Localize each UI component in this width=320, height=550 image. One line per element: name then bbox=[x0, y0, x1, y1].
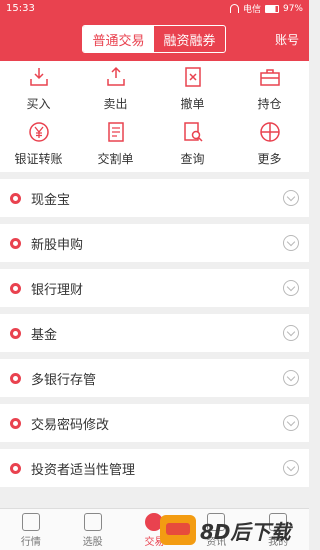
chevron-down-icon bbox=[283, 460, 299, 476]
list-item-ipo[interactable]: 新股申购 bbox=[0, 224, 309, 262]
grid-label: 卖出 bbox=[103, 97, 128, 111]
bullet-icon bbox=[10, 192, 21, 204]
more-grid-icon bbox=[259, 122, 280, 142]
grid-bank-transfer[interactable]: 银证转账 bbox=[0, 116, 77, 171]
grid-label: 更多 bbox=[257, 152, 282, 166]
briefcase-icon bbox=[259, 69, 280, 86]
list-item-label: 基金 bbox=[31, 327, 58, 343]
battery-label: 97% bbox=[282, 3, 303, 14]
bullet-icon bbox=[10, 417, 21, 429]
list-item-label: 银行理财 bbox=[31, 282, 84, 298]
yuan-transfer-icon bbox=[28, 122, 49, 142]
tab-market[interactable]: 行情 bbox=[0, 509, 62, 550]
grid-cancel[interactable]: 撤单 bbox=[154, 61, 231, 116]
grid-label: 持仓 bbox=[257, 97, 282, 111]
status-bar: 15:33 电信 97% bbox=[0, 0, 309, 17]
grid-delivery[interactable]: 交割单 bbox=[77, 116, 154, 171]
app-header: 普通交易 融资融券 账号 bbox=[0, 17, 309, 61]
download-box-icon bbox=[29, 68, 48, 86]
list-item-change-password[interactable]: 交易密码修改 bbox=[0, 404, 309, 442]
chevron-down-icon bbox=[283, 415, 299, 431]
trade-mode-segment: 普通交易 融资融券 bbox=[82, 25, 226, 53]
cancel-doc-icon bbox=[184, 67, 201, 87]
bullet-icon bbox=[10, 372, 21, 384]
list-item-label: 新股申购 bbox=[31, 237, 84, 253]
grid-label: 交割单 bbox=[97, 152, 134, 166]
grid-sell[interactable]: 卖出 bbox=[77, 61, 154, 116]
tab-label: 行情 bbox=[20, 537, 41, 548]
grid-label: 撤单 bbox=[180, 97, 205, 111]
bullet-icon bbox=[10, 462, 21, 474]
watermark: 8D后下载 bbox=[160, 510, 310, 550]
list-item-fund[interactable]: 基金 bbox=[0, 314, 309, 352]
list-item-label: 投资者适当性管理 bbox=[31, 462, 136, 478]
list-item-bank-wealth[interactable]: 银行理财 bbox=[0, 269, 309, 307]
bullet-icon bbox=[10, 327, 21, 339]
trend-chart-icon bbox=[83, 513, 102, 531]
tab-stock-picker[interactable]: 选股 bbox=[62, 509, 124, 550]
upload-box-icon bbox=[106, 66, 125, 86]
tab-normal-trade[interactable]: 普通交易 bbox=[83, 26, 154, 52]
chevron-down-icon bbox=[283, 370, 299, 386]
grid-label: 银证转账 bbox=[14, 152, 63, 166]
status-time: 15:33 bbox=[6, 3, 35, 14]
grid-query[interactable]: 查询 bbox=[154, 116, 231, 171]
list-item-cash-treasure[interactable]: 现金宝 bbox=[0, 179, 309, 217]
chevron-down-icon bbox=[283, 325, 299, 341]
chevron-down-icon bbox=[283, 190, 299, 206]
list-item-label: 交易密码修改 bbox=[31, 417, 110, 433]
grid-label: 买入 bbox=[26, 97, 51, 111]
chevron-down-icon bbox=[283, 280, 299, 296]
bullet-icon bbox=[10, 282, 21, 294]
battery-icon bbox=[264, 4, 279, 13]
chevron-down-icon bbox=[283, 235, 299, 251]
grid-label: 查询 bbox=[180, 152, 205, 166]
scroll-doc-icon bbox=[107, 122, 124, 142]
grid-more[interactable]: 更多 bbox=[231, 116, 308, 171]
list-item-suitability[interactable]: 投资者适当性管理 bbox=[0, 449, 309, 487]
tab-margin-trade[interactable]: 融资融券 bbox=[154, 26, 225, 52]
watermark-logo bbox=[160, 515, 196, 545]
grid-holdings[interactable]: 持仓 bbox=[231, 61, 308, 116]
account-button[interactable]: 账号 bbox=[275, 31, 299, 48]
tab-label: 选股 bbox=[82, 537, 103, 548]
wifi-icon bbox=[229, 4, 239, 13]
search-doc-icon bbox=[183, 122, 203, 142]
list-item-label: 多银行存管 bbox=[31, 372, 97, 388]
list-item-label: 现金宝 bbox=[31, 192, 71, 208]
function-grid: 买入 卖出 撤单 持仓 银证转账 交割单 查询 更多 bbox=[0, 61, 309, 172]
bar-chart-icon bbox=[21, 513, 40, 531]
carrier-label: 电信 bbox=[242, 5, 261, 15]
watermark-text: 8D后下载 bbox=[200, 519, 291, 544]
grid-buy[interactable]: 买入 bbox=[0, 61, 77, 116]
status-right: 电信 97% bbox=[229, 2, 303, 15]
list-item-multi-bank[interactable]: 多银行存管 bbox=[0, 359, 309, 397]
bullet-icon bbox=[10, 237, 21, 249]
